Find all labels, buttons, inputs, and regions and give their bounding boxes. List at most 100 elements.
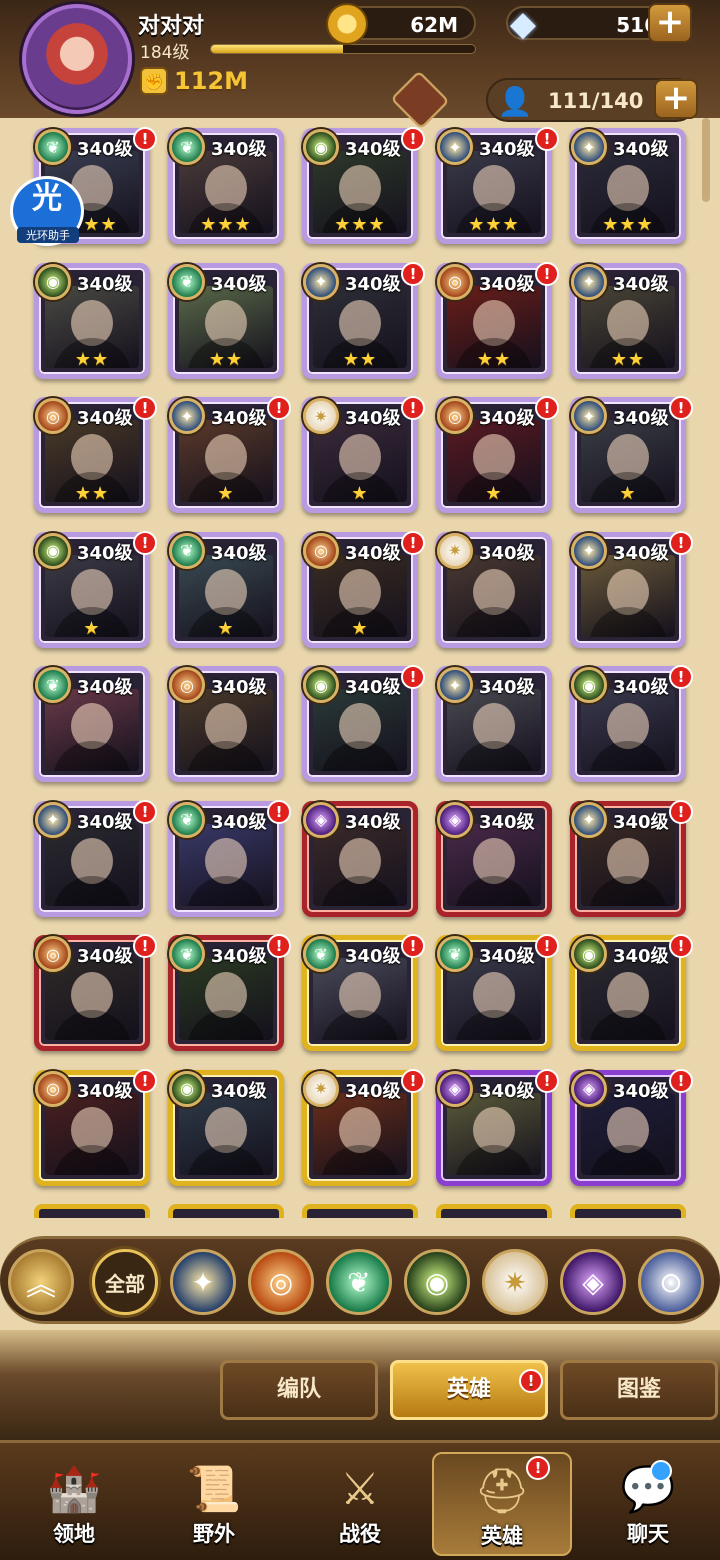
hero-card[interactable]: ◎ 340级 ★★! <box>34 396 157 513</box>
grid-scrollbar[interactable] <box>702 118 710 202</box>
hero-card[interactable]: ✦ 340级 ★★★! <box>436 127 559 244</box>
tab-collection[interactable]: 图鉴 <box>560 1360 718 1420</box>
wilder-filter-icon[interactable]: ❦ <box>326 1249 392 1315</box>
hero-card[interactable]: ❦ 340级! <box>168 934 291 1051</box>
celestial-faction-icon: ✷ <box>303 398 339 434</box>
hypo-faction-icon: ◈ <box>437 1070 473 1107</box>
hero-alert-badge: ! <box>133 127 157 151</box>
hero-card[interactable]: ❦ 340级 ★★★ <box>168 128 284 244</box>
map-scroll-icon: 📜 <box>186 1464 242 1515</box>
hero-alert-badge: ! <box>267 396 291 420</box>
hero-card-partial[interactable] <box>302 1204 418 1218</box>
dimensional-filter-icon[interactable]: ⊙ <box>638 1249 704 1315</box>
graveborn-filter-icon[interactable]: ◉ <box>404 1249 470 1315</box>
forest-faction-icon: ❦ <box>169 532 205 569</box>
maul-faction-icon: ◎ <box>35 936 71 972</box>
add-hero-slots-button[interactable]: + <box>654 79 698 119</box>
hero-card[interactable]: ◎ 340级! <box>34 1068 157 1186</box>
hero-card[interactable]: ◈ 340级! <box>436 1068 559 1186</box>
hero-card[interactable]: ✦ 340级 ★! <box>570 396 693 513</box>
hero-card[interactable]: ◉ 340级 ★! <box>34 530 157 648</box>
hero-card-partial[interactable] <box>168 1204 284 1218</box>
castle-icon: 🏰 <box>46 1464 102 1515</box>
hero-stars: ★★★ <box>334 214 386 235</box>
hero-card[interactable]: ◉ 340级! <box>570 934 693 1051</box>
forest-faction-icon: ❦ <box>35 129 71 165</box>
hero-alert-badge: ! <box>669 934 693 958</box>
hero-card-partial[interactable] <box>34 1204 150 1218</box>
hero-card[interactable]: ◉ 340级 ★★★! <box>302 127 425 244</box>
hero-stars: ★ <box>619 483 637 504</box>
hero-card[interactable]: ◉ 340级 ★★ <box>34 262 150 379</box>
hero-level: 340级 <box>345 1080 401 1102</box>
hero-card[interactable]: ✦ 340级 <box>436 666 552 782</box>
forest-faction-icon: ❦ <box>169 801 205 838</box>
hero-card[interactable]: ❦ 340级! <box>168 799 291 917</box>
light-faction-icon: ✦ <box>35 801 71 838</box>
hero-card[interactable]: ✷ 340级 <box>436 531 552 648</box>
tab-formation[interactable]: 编队 <box>220 1360 378 1420</box>
hero-card[interactable]: ✷ 340级 ★! <box>302 396 425 513</box>
hero-card[interactable]: ◎ 340级 ★! <box>302 530 425 648</box>
celestial-faction-icon: ✷ <box>437 532 473 569</box>
nav-wilderness-label: 野外 <box>193 1522 235 1546</box>
filter-all-button[interactable]: 全部 <box>92 1249 158 1315</box>
hero-card[interactable]: ❦ 340级! <box>302 934 425 1051</box>
nav-chat[interactable]: 💬 聊天 <box>578 1452 718 1556</box>
hypo-faction-icon: ◈ <box>303 801 339 838</box>
hero-card[interactable]: ❦ 340级 ★★ <box>168 262 284 379</box>
hero-level: 340级 <box>479 139 535 160</box>
hero-card-partial[interactable] <box>436 1204 552 1218</box>
hero-card[interactable]: ◈ 340级 <box>302 800 418 917</box>
hero-card[interactable]: ❦ 340级 ★ <box>168 531 284 648</box>
hero-card[interactable]: ✦ 340级 ★★★ <box>570 128 686 244</box>
hero-card[interactable]: ✷ 340级! <box>302 1068 425 1186</box>
hero-stars: ★ <box>351 483 369 504</box>
hero-card[interactable]: ✦ 340级! <box>570 530 693 648</box>
light-faction-icon: ✦ <box>571 532 607 569</box>
hero-card[interactable]: ✦ 340级 ★! <box>168 396 291 513</box>
celestial-filter-icon[interactable]: ✷ <box>482 1249 548 1315</box>
hero-stars: ★ <box>217 617 235 639</box>
hero-card-partial[interactable] <box>570 1204 686 1218</box>
light-faction-icon: ✦ <box>303 263 339 300</box>
hero-alert-badge: ! <box>669 1068 693 1093</box>
hero-card[interactable]: ◎ 340级 <box>168 666 284 782</box>
assistant-badge[interactable]: 光 光环助手 <box>10 176 84 246</box>
hero-alert-badge: ! <box>133 1068 157 1093</box>
hero-card[interactable]: ✦ 340级! <box>570 799 693 917</box>
hero-card[interactable]: ◉ 340级! <box>302 665 425 782</box>
hero-card[interactable]: ◎ 340级 ★! <box>436 396 559 513</box>
tab-heroes[interactable]: 英雄 ! <box>390 1360 548 1420</box>
hero-card[interactable]: ◉ 340级! <box>570 665 693 782</box>
hypogean-filter-icon[interactable]: ◈ <box>560 1249 626 1315</box>
lightbearer-filter-icon[interactable]: ✦ <box>170 1249 236 1315</box>
hero-card[interactable]: ◉ 340级 <box>168 1069 284 1186</box>
hero-card[interactable]: ✦ 340级 ★★ <box>570 262 686 379</box>
hero-card[interactable]: ✦ 340级! <box>34 799 157 917</box>
hero-card[interactable]: ◈ 340级 <box>436 800 552 917</box>
hero-card[interactable]: ◈ 340级! <box>570 1068 693 1186</box>
nav-territory[interactable]: 🏰 领地 <box>4 1452 144 1556</box>
hero-level: 340级 <box>613 273 669 295</box>
hero-card[interactable]: ◎ 340级 ★★! <box>436 261 559 379</box>
gold-counter[interactable]: 62M <box>326 3 476 45</box>
hero-alert-badge: ! <box>401 934 425 958</box>
light-faction-icon: ✦ <box>571 398 607 434</box>
nav-wilderness[interactable]: 📜 野外 <box>144 1452 284 1556</box>
grave-faction-icon: ◉ <box>571 667 607 703</box>
add-diamonds-button[interactable]: + <box>648 3 692 43</box>
hero-stars: ★★★ <box>602 214 654 235</box>
hypo-faction-icon: ◈ <box>571 1070 607 1107</box>
hero-card[interactable]: ❦ 340级! <box>436 934 559 1051</box>
hero-card[interactable]: ◎ 340级! <box>34 934 157 1051</box>
chevron-up-icon[interactable]: ︽ <box>8 1249 74 1315</box>
light-faction-icon: ✦ <box>169 398 205 434</box>
hero-level: 340级 <box>77 139 133 160</box>
hero-card[interactable]: ❦ 340级 <box>34 666 150 782</box>
hero-card[interactable]: ✦ 340级 ★★! <box>302 261 425 379</box>
nav-heroes[interactable]: ⛑ 英雄 ! <box>432 1452 572 1556</box>
nav-campaign[interactable]: ⚔ 战役 <box>290 1452 430 1556</box>
mauler-filter-icon[interactable]: ◎ <box>248 1249 314 1315</box>
player-avatar[interactable] <box>22 4 132 114</box>
